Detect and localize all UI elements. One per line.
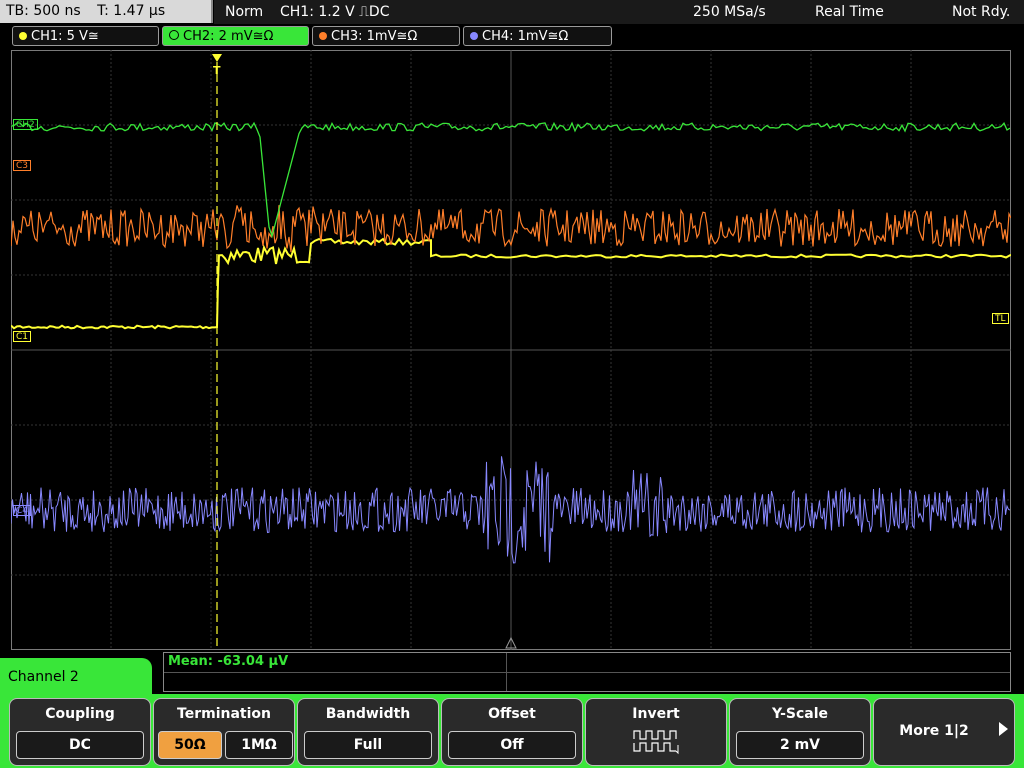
termination-1mohm[interactable]: 1MΩ	[225, 731, 293, 759]
ch4-color-dot	[470, 32, 478, 40]
channel-tabs: CH1: 5 V≅ CH2: 2 mV≅Ω CH3: 1mV≅Ω CH4: 1m…	[0, 26, 1024, 48]
waveform-canvas	[11, 50, 1011, 650]
coupling-softkey[interactable]: Coupling DC	[9, 698, 151, 766]
tab-ch2-label: CH2: 2 mV≅Ω	[183, 29, 274, 44]
measurement-divider	[164, 672, 1010, 673]
coupling-value: DC	[16, 731, 144, 759]
yscale-value: 2 mV	[736, 731, 864, 759]
ch1-color-dot	[19, 32, 27, 40]
trigger-level-marker[interactable]: TL	[992, 313, 1009, 324]
timebase-value: TB: 500 ns	[6, 3, 81, 19]
termination-label: Termination	[177, 706, 271, 722]
more-softkey[interactable]: More 1|2	[873, 698, 1015, 766]
tab-ch3-label: CH3: 1mV≅Ω	[331, 29, 418, 44]
invert-label: Invert	[632, 706, 680, 722]
sample-rate: 250 MSa/s	[693, 4, 766, 20]
trigger-source[interactable]: CH1: 1.2 V ⎍DC	[280, 0, 389, 24]
acquisition-state: Not Rdy.	[952, 4, 1011, 20]
tab-ch4[interactable]: CH4: 1mV≅Ω	[463, 26, 612, 46]
offset-value: Off	[448, 731, 576, 759]
coupling-label: Coupling	[45, 706, 115, 722]
measurement-divider-v	[506, 653, 507, 691]
tab-ch4-label: CH4: 1mV≅Ω	[482, 29, 569, 44]
tab-ch3[interactable]: CH3: 1mV≅Ω	[312, 26, 460, 46]
graticule	[11, 50, 1011, 650]
yscale-softkey[interactable]: Y-Scale 2 mV	[729, 698, 871, 766]
offset-label: Offset	[488, 706, 536, 722]
ch3-offset-marker[interactable]: C3	[13, 160, 32, 171]
ch2-offset-marker[interactable]: CH2	[13, 119, 38, 130]
next-page-icon	[999, 722, 1008, 736]
tab-ch1-label: CH1: 5 V≅	[31, 29, 99, 44]
termination-50ohm[interactable]: 50Ω	[158, 731, 222, 759]
invert-icon	[633, 730, 679, 755]
bandwidth-label: Bandwidth	[325, 706, 411, 722]
termination-softkey[interactable]: Termination 50Ω 1MΩ	[153, 698, 295, 766]
yscale-label: Y-Scale	[771, 706, 828, 722]
status-bar: TB: 500 ns T: 1.47 µs Norm CH1: 1.2 V ⎍D…	[0, 0, 1024, 24]
measurement-mean[interactable]: Mean: -63.04 µV	[168, 654, 288, 669]
tab-ch2[interactable]: CH2: 2 mV≅Ω	[162, 26, 309, 46]
ch2-color-dot	[169, 30, 179, 40]
bandwidth-value: Full	[304, 731, 432, 759]
menu-title: Channel 2	[0, 658, 152, 698]
trigger-mode[interactable]: Norm	[225, 0, 263, 24]
ch3-color-dot	[319, 32, 327, 40]
timebase-box[interactable]: TB: 500 ns T: 1.47 µs	[0, 0, 213, 23]
trigger-position-label: T	[213, 64, 221, 77]
acquisition-mode: Real Time	[815, 4, 884, 20]
invert-softkey[interactable]: Invert	[585, 698, 727, 766]
trigger-time-value: T: 1.47 µs	[97, 3, 166, 19]
tab-ch1[interactable]: CH1: 5 V≅	[12, 26, 159, 46]
ch1-offset-marker[interactable]: C1	[13, 331, 32, 342]
bandwidth-softkey[interactable]: Bandwidth Full	[297, 698, 439, 766]
ch4-offset-marker[interactable]: C4	[13, 505, 32, 516]
offset-softkey[interactable]: Offset Off	[441, 698, 583, 766]
measurement-bar	[163, 652, 1011, 692]
more-label: More 1|2	[899, 723, 969, 739]
trigger-position-icon[interactable]	[212, 54, 222, 62]
